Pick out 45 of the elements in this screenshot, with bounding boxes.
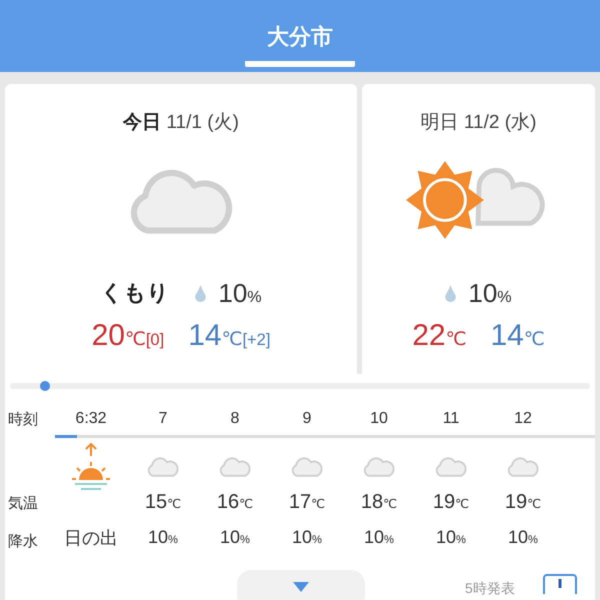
rain-chance: 10% bbox=[218, 278, 262, 308]
cloud-icon bbox=[362, 454, 396, 478]
cloud-icon bbox=[506, 454, 540, 478]
row-label: 時刻 bbox=[8, 410, 38, 429]
issued-time: 5時発表 bbox=[465, 580, 515, 598]
low-temp: 14℃[+2] bbox=[188, 319, 270, 353]
sunrise-label: 日の出 bbox=[64, 527, 118, 550]
hour-temp: 19℃ bbox=[504, 491, 542, 515]
hour-rain: 10% bbox=[220, 527, 250, 548]
rain-chance: 10% bbox=[468, 278, 512, 308]
low-temp: 14℃ bbox=[490, 319, 545, 353]
hour-label: 8 bbox=[230, 410, 240, 429]
high-temp: 20℃[0] bbox=[92, 319, 164, 353]
weather-label: くもり bbox=[100, 279, 170, 307]
raindrop-icon bbox=[445, 284, 456, 302]
hour-label: 11 bbox=[442, 410, 460, 429]
hour-label: 6:32 bbox=[75, 410, 107, 429]
cloud-icon bbox=[218, 454, 252, 478]
hour-rain: 10% bbox=[292, 527, 322, 548]
caret-icon bbox=[293, 582, 309, 592]
hour-temp: 15℃ bbox=[144, 491, 182, 515]
notice-icon[interactable] bbox=[543, 574, 577, 594]
city-title: 大分市 bbox=[245, 22, 355, 67]
day-date: 明日 11/2 (水) bbox=[420, 111, 536, 135]
hour-label: 7 bbox=[158, 410, 168, 429]
cloud-icon bbox=[290, 454, 324, 478]
hour-rain: 10% bbox=[364, 527, 394, 548]
hour-label: 10 bbox=[370, 410, 388, 429]
expand-button[interactable] bbox=[237, 570, 365, 600]
hour-temp: 16℃ bbox=[216, 491, 254, 515]
hour-temp: 19℃ bbox=[432, 491, 470, 515]
hour-rain: 10% bbox=[436, 527, 466, 548]
hour-label: 9 bbox=[302, 410, 312, 429]
hour-label: 12 bbox=[514, 410, 532, 429]
hour-temp: 17℃ bbox=[288, 491, 326, 515]
high-temp: 22℃ bbox=[412, 319, 466, 353]
row-label: 降水 bbox=[8, 532, 38, 551]
day-date: 今日 11/1 (火) bbox=[123, 111, 239, 135]
hour-temp: 18℃ bbox=[360, 491, 398, 515]
row-label: 気温 bbox=[8, 494, 38, 513]
hour-rain: 10% bbox=[148, 527, 178, 548]
hour-rain: 10% bbox=[508, 527, 538, 548]
cloud-icon bbox=[434, 454, 468, 478]
cloud-icon bbox=[146, 454, 180, 478]
raindrop-icon bbox=[195, 284, 206, 302]
